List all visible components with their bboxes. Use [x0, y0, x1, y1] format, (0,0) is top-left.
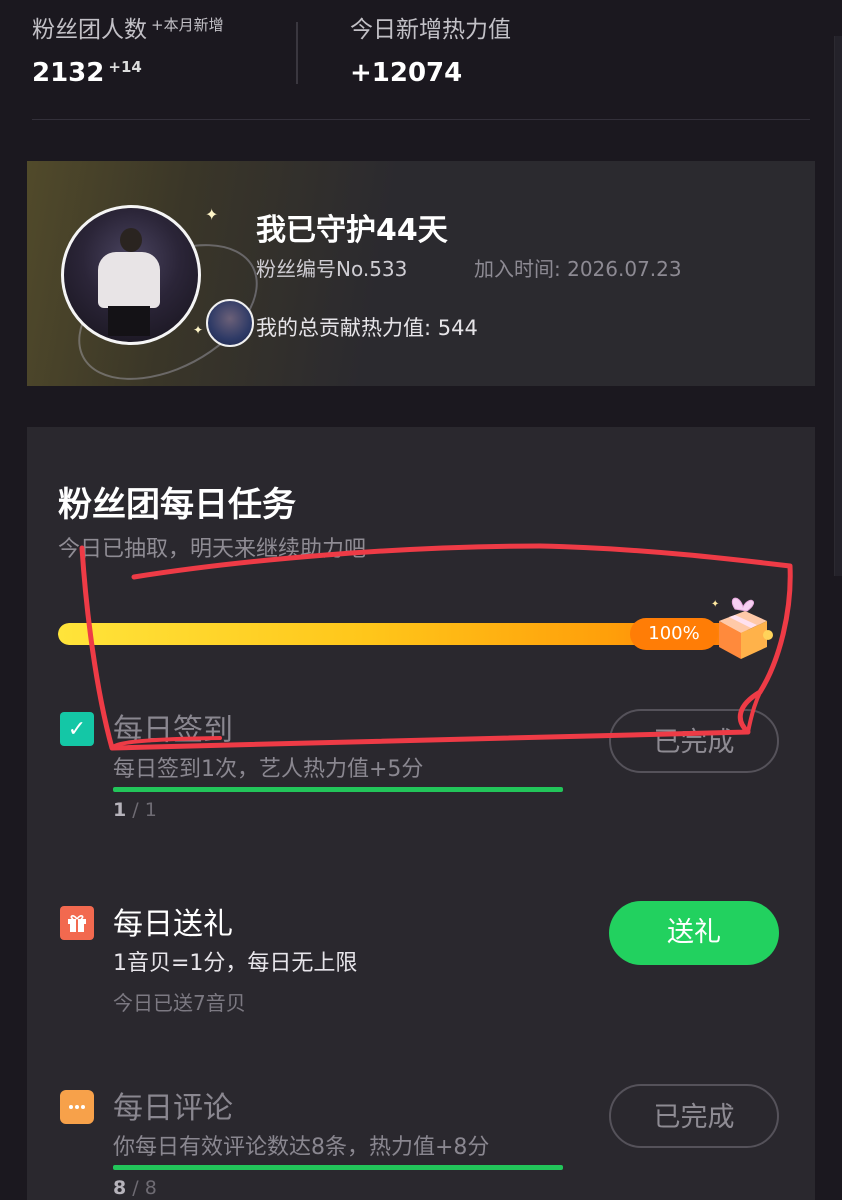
- total-heat: 我的总贡献热力值: 544: [256, 316, 478, 340]
- check-calendar-icon: ✓: [60, 712, 94, 746]
- task-count: 1 / 1: [113, 799, 157, 821]
- fans-delta: +14: [108, 58, 142, 76]
- sparkle-icon: ✦: [205, 205, 219, 224]
- stats-divider: [296, 22, 298, 84]
- heat-label: 今日新增热力值: [350, 17, 511, 43]
- task-name: 每日评论: [113, 1091, 233, 1126]
- join-time: 加入时间: 2026.07.23: [474, 257, 682, 281]
- avatar-figure-body: [98, 252, 160, 308]
- task-daily-gift: 每日送礼 1音贝=1分，每日无上限 今日已送7音贝 送礼: [27, 893, 815, 1015]
- daily-tasks-card: 粉丝团每日任务 今日已抽取，明天来继续助力吧 100% ✦ ✓ 每日签到 每日签…: [27, 427, 815, 1200]
- fans-count-stat: 粉丝团人数 +本月新增 2132 +14: [32, 10, 224, 88]
- guard-days-title: 我已守护44天: [256, 213, 448, 248]
- avatar[interactable]: [61, 205, 201, 345]
- heat-value: +12074: [350, 58, 463, 88]
- task-progress-bar: [113, 1165, 563, 1170]
- profile-card: ✦ ✦ 我已守护44天 粉丝编号No.533 加入时间: 2026.07.23 …: [27, 161, 815, 408]
- scrollbar[interactable]: [834, 36, 842, 576]
- completed-button[interactable]: 已完成: [609, 1084, 779, 1148]
- gift-icon: [60, 906, 94, 940]
- task-name: 每日签到: [113, 713, 233, 748]
- sparkle-icon: ✦: [193, 323, 204, 337]
- stats-header: 粉丝团人数 +本月新增 2132 +14 今日新增热力值 +12074: [0, 0, 842, 120]
- svg-text:✦: ✦: [711, 599, 719, 610]
- task-name: 每日送礼: [113, 907, 233, 942]
- header-divider: [32, 119, 810, 120]
- task-daily-checkin: ✓ 每日签到 每日签到1次，艺人热力值+5分 1 / 1 已完成: [27, 699, 815, 821]
- fan-number: 粉丝编号No.533: [256, 257, 408, 281]
- task-desc: 你每日有效评论数达8条，热力值+8分: [113, 1135, 490, 1160]
- gift-box-icon[interactable]: ✦: [705, 591, 777, 663]
- task-desc: 每日签到1次，艺人热力值+5分: [113, 757, 424, 782]
- tasks-title: 粉丝团每日任务: [58, 485, 296, 525]
- fans-count-value: 2132 +14: [32, 58, 142, 88]
- comment-icon: [60, 1090, 94, 1124]
- task-gift-sent: 今日已送7音贝: [113, 991, 246, 1015]
- task-daily-comment: 每日评论 你每日有效评论数达8条，热力值+8分 8 / 8 已完成: [27, 1077, 815, 1199]
- heat-stat: 今日新增热力值 +12074: [350, 10, 511, 88]
- send-gift-button[interactable]: 送礼: [609, 901, 779, 965]
- avatar-figure-head: [120, 228, 142, 252]
- fans-month-label: +本月新增: [151, 16, 224, 34]
- fans-count-label: 粉丝团人数 +本月新增: [32, 16, 224, 43]
- avatar-figure-legs: [108, 306, 150, 336]
- badge-avatar: [206, 299, 254, 347]
- avatar-group[interactable]: ✦ ✦: [55, 205, 281, 408]
- tasks-subtitle: 今日已抽取，明天来继续助力吧: [58, 537, 367, 562]
- task-desc: 1音贝=1分，每日无上限: [113, 951, 358, 976]
- task-progress-bar: [113, 787, 563, 792]
- completed-button[interactable]: 已完成: [609, 709, 779, 773]
- comment-icon: [69, 1105, 85, 1109]
- gift-icon: [68, 915, 86, 932]
- task-count: 8 / 8: [113, 1177, 157, 1199]
